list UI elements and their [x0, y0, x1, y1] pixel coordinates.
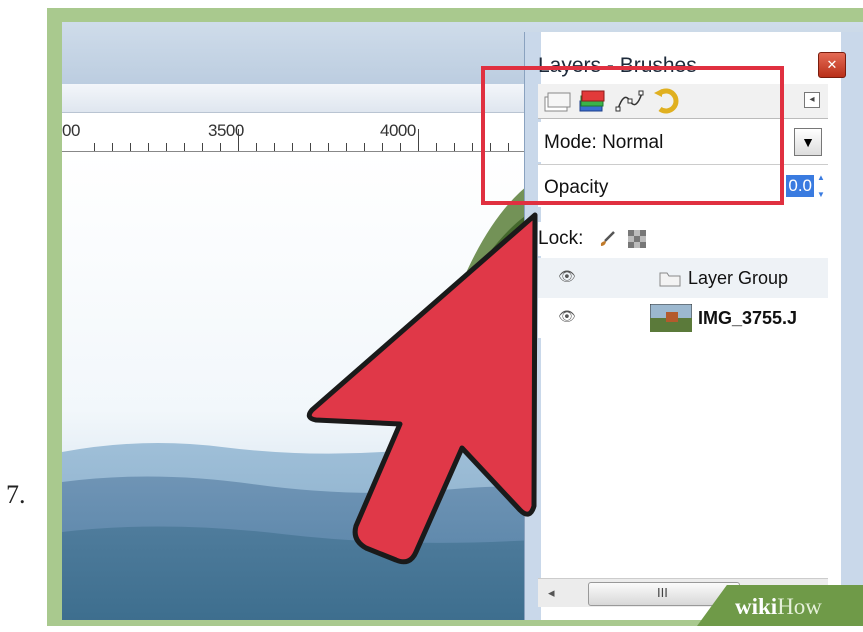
ruler-tick: [220, 143, 221, 151]
folder-icon: [659, 272, 681, 287]
lock-label: Lock:: [538, 228, 584, 249]
ruler-tick: [256, 143, 257, 151]
layer-row-group[interactable]: 👁 Layer Group: [538, 258, 828, 298]
ruler-tick: [184, 143, 185, 151]
layer-row-image[interactable]: 👁 IMG_3755.J: [538, 298, 828, 338]
ruler-tick: [310, 143, 311, 151]
ruler-tick: [112, 143, 113, 151]
scrollbar-grip: III: [657, 585, 668, 600]
ruler-tick: [346, 143, 347, 151]
lock-alpha-toggle[interactable]: [628, 230, 646, 248]
ruler-tick: [436, 143, 437, 151]
lock-pixels-toggle[interactable]: [598, 230, 616, 248]
opacity-spinner[interactable]: ▲ ▼: [816, 169, 826, 203]
ruler-tick: [238, 129, 239, 151]
ruler-tick: [148, 143, 149, 151]
checkerboard-icon: [628, 230, 646, 248]
ruler-tick: [166, 143, 167, 151]
chevron-down-icon: ▼: [801, 134, 815, 150]
ruler-tick: [274, 143, 275, 151]
ruler-tick: [202, 143, 203, 151]
step-number: 7.: [6, 480, 26, 509]
image-canvas[interactable]: [62, 152, 532, 620]
ruler-tick: [418, 129, 419, 151]
layer-name: Layer Group: [688, 268, 789, 288]
visibility-eye-icon[interactable]: 👁: [558, 268, 576, 285]
visibility-eye-icon[interactable]: 👁: [558, 308, 576, 325]
scroll-left-arrow[interactable]: ◂: [548, 585, 555, 601]
watermark-how: How: [777, 594, 822, 619]
ruler-tick: [328, 143, 329, 151]
mode-dropdown-button[interactable]: ▼: [794, 128, 822, 156]
ruler-tick: [94, 143, 95, 151]
ruler-tick: [400, 143, 401, 151]
image-thumbnail: [650, 304, 692, 332]
paintbrush-icon: [600, 231, 615, 246]
ruler-tick: [382, 143, 383, 151]
tab-menu-button[interactable]: ◂: [804, 92, 820, 108]
watermark-wiki: wiki: [735, 594, 778, 619]
ruler-tick: [364, 143, 365, 151]
landscape-photo: [62, 152, 532, 620]
layer-name: IMG_3755.J: [698, 308, 798, 328]
ruler-tick: [454, 143, 455, 151]
ruler-label: 00: [62, 121, 80, 140]
highlight-box: [481, 66, 784, 205]
opacity-input[interactable]: 0.0: [786, 175, 814, 197]
ruler-tick: [472, 143, 473, 151]
ruler-label: 4000: [380, 121, 416, 140]
ruler-tick: [292, 143, 293, 151]
close-button[interactable]: ✕: [818, 52, 846, 78]
close-icon: ✕: [826, 57, 838, 72]
ruler-tick: [130, 143, 131, 151]
lock-row: Lock:: [538, 222, 828, 256]
horizontal-ruler[interactable]: 00 3500 4000: [62, 113, 532, 152]
